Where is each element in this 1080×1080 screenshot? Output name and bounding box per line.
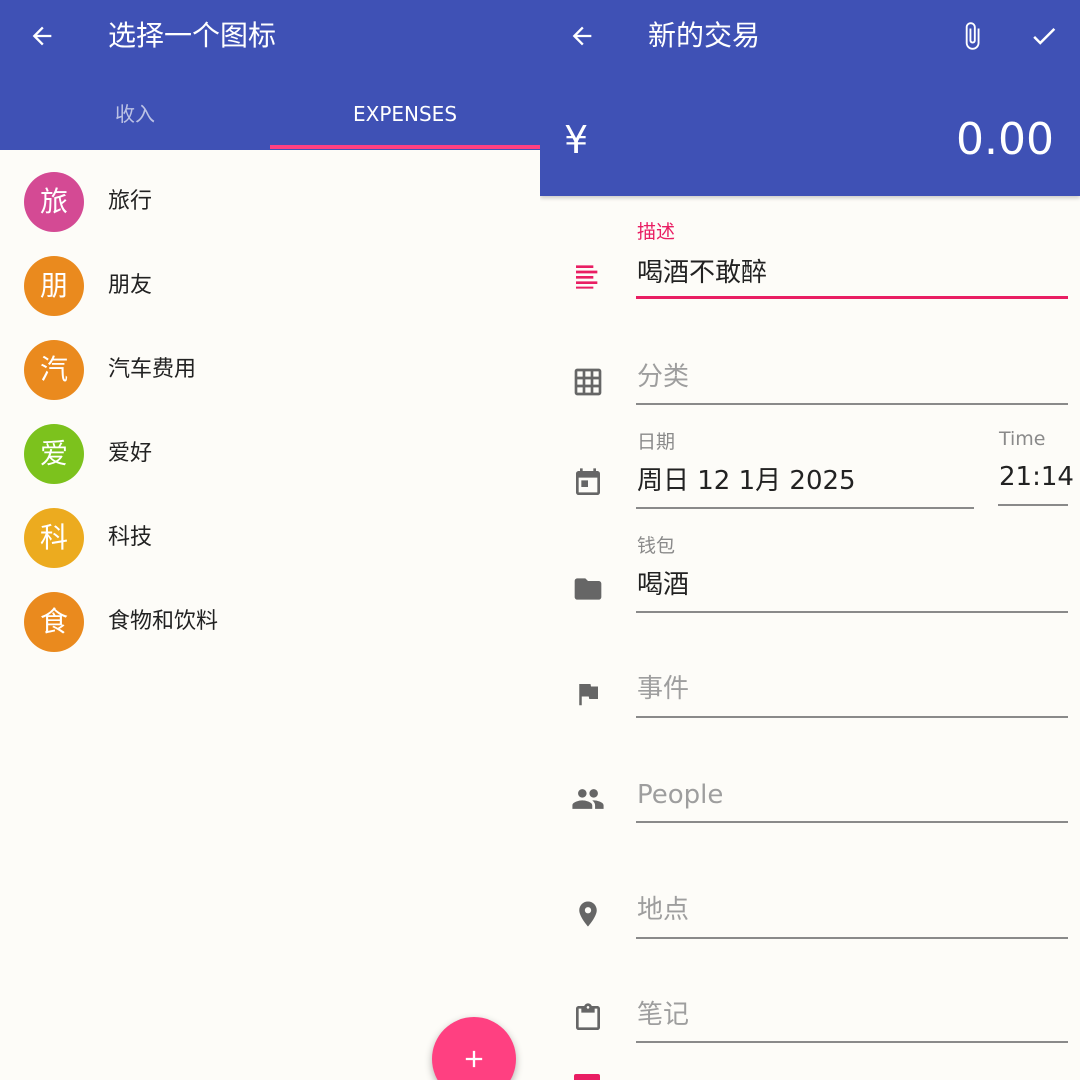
description-label: 描述: [637, 221, 676, 243]
note-field[interactable]: 笔记: [637, 998, 689, 1032]
tab-income[interactable]: 收入: [0, 90, 270, 138]
notes-icon: [570, 258, 606, 294]
category-field[interactable]: 分类: [637, 360, 689, 394]
tab-expenses[interactable]: EXPENSES: [270, 90, 540, 138]
list-item[interactable]: 爱爱好: [0, 414, 540, 498]
category-avatar: 旅: [24, 172, 84, 232]
category-avatar: 科: [24, 508, 84, 568]
list-item[interactable]: 朋朋友: [0, 246, 540, 330]
category-underline: [636, 403, 1068, 405]
people-underline: [636, 821, 1068, 823]
amount-display[interactable]: 0.00: [956, 112, 1054, 168]
description-input[interactable]: 喝酒不敢醉: [637, 256, 767, 290]
grid-icon: [570, 364, 606, 400]
time-label: Time: [999, 428, 1046, 450]
event-field[interactable]: 事件: [637, 672, 689, 706]
category-avatar: 爱: [24, 424, 84, 484]
arrow-back-icon: [572, 26, 592, 46]
arrow-back-icon: [32, 26, 52, 46]
attach-button[interactable]: [952, 16, 992, 56]
category-avatar: 汽: [24, 340, 84, 400]
icon-picker-screen: 选择一个图标 收入 EXPENSES 旅旅行朋朋友汽汽车费用爱爱好科科技食食物和…: [0, 0, 540, 1080]
wallet-label: 钱包: [637, 535, 676, 557]
page-title: 新的交易: [648, 19, 761, 52]
list-item[interactable]: 汽汽车费用: [0, 330, 540, 414]
add-category-button[interactable]: [432, 1017, 516, 1080]
wallet-select[interactable]: 喝酒: [637, 568, 689, 602]
flag-icon: [570, 676, 606, 712]
category-list: 旅旅行朋朋友汽汽车费用爱爱好科科技食食物和饮料: [0, 162, 540, 666]
new-transaction-screen: 新的交易 ¥ 0.00 描述 喝酒不敢醉 分类 日期 周日 12 1月 2025…: [540, 0, 1080, 1080]
event-underline: [636, 716, 1068, 718]
wallet-underline: [636, 611, 1068, 613]
category-label: 旅行: [108, 189, 153, 214]
app-bar: 新的交易 ¥ 0.00: [540, 0, 1080, 196]
back-button[interactable]: [562, 16, 602, 56]
save-button[interactable]: [1024, 16, 1064, 56]
list-item[interactable]: 旅旅行: [0, 162, 540, 246]
currency-button[interactable]: ¥: [564, 116, 588, 164]
paperclip-icon: [965, 22, 980, 50]
calendar-icon: [570, 465, 606, 501]
date-underline: [636, 507, 974, 509]
people-icon: [570, 781, 606, 817]
app-bar: 选择一个图标 收入 EXPENSES: [0, 0, 540, 150]
page-title: 选择一个图标: [108, 19, 277, 52]
back-button[interactable]: [22, 16, 62, 56]
category-label: 食物和饮料: [108, 609, 219, 634]
place-underline: [636, 937, 1068, 939]
date-label: 日期: [637, 431, 676, 453]
place-field[interactable]: 地点: [637, 893, 689, 927]
plus-icon: [465, 1050, 483, 1068]
time-underline: [998, 504, 1068, 506]
date-input[interactable]: 周日 12 1月 2025: [637, 464, 856, 498]
folder-icon: [570, 571, 606, 607]
category-avatar: 食: [24, 592, 84, 652]
tab-indicator: [270, 145, 540, 149]
description-underline: [636, 296, 1068, 299]
category-avatar: 朋: [24, 256, 84, 316]
next-field-icon: [574, 1074, 600, 1080]
category-label: 科技: [108, 525, 153, 550]
people-field[interactable]: People: [637, 778, 723, 812]
list-item[interactable]: 科科技: [0, 498, 540, 582]
list-item[interactable]: 食食物和饮料: [0, 582, 540, 666]
time-input[interactable]: 21:14: [999, 460, 1074, 494]
note-underline: [636, 1041, 1068, 1043]
category-label: 爱好: [108, 441, 153, 466]
clipboard-icon: [570, 1000, 606, 1036]
category-label: 汽车费用: [108, 357, 197, 382]
location-icon: [570, 896, 606, 932]
check-icon: [1033, 27, 1056, 45]
category-label: 朋友: [108, 273, 153, 298]
